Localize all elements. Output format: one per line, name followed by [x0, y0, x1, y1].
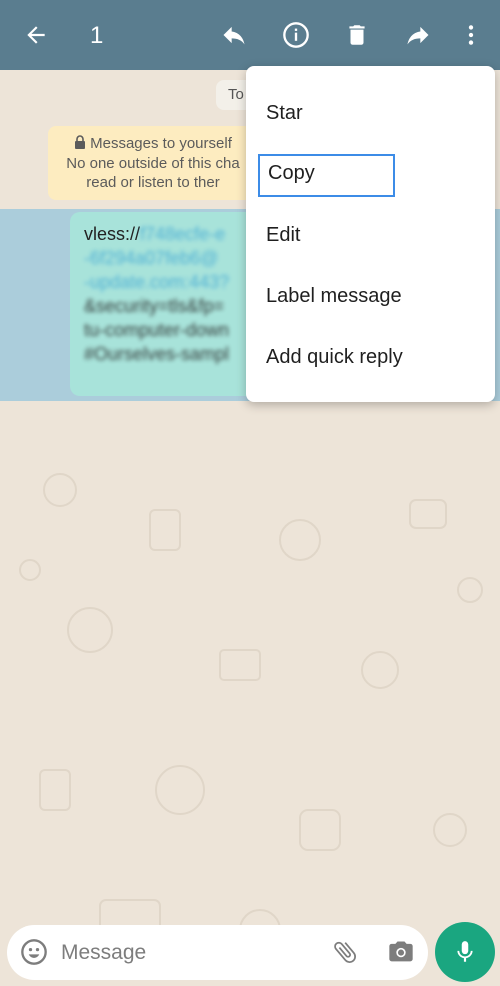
- more-options-button[interactable]: [449, 13, 493, 57]
- message-line: &security=tls&fp=: [84, 296, 225, 316]
- more-vert-icon: [468, 25, 474, 45]
- attach-button[interactable]: [330, 937, 360, 967]
- message-input[interactable]: Message: [61, 941, 146, 965]
- message-line: -update.com:443?: [84, 272, 230, 292]
- message-line: -6f294a07feb6@: [84, 248, 219, 268]
- message-line: tu-computer-down: [84, 320, 230, 340]
- reply-icon: [223, 26, 245, 45]
- paperclip-icon: [334, 941, 356, 963]
- menu-item-label-message[interactable]: Label message: [266, 285, 402, 308]
- selected-count: 1: [90, 22, 104, 49]
- message-link-part: f748ecfe-e: [140, 224, 226, 244]
- lock-icon: [74, 135, 86, 154]
- message-composer: Message: [7, 925, 428, 980]
- delete-button[interactable]: [335, 13, 379, 57]
- message-prefix: vless://: [84, 224, 141, 244]
- message-line: #Ourselves-sampl: [84, 344, 230, 364]
- menu-item-add-quick-reply[interactable]: Add quick reply: [266, 346, 403, 369]
- message-context-menu: Star Copy Edit Label message Add quick r…: [246, 66, 495, 402]
- delete-icon: [349, 25, 365, 45]
- emoji-icon: [21, 939, 47, 965]
- camera-button[interactable]: [386, 937, 416, 967]
- info-button[interactable]: [274, 13, 318, 57]
- notice-line-2: No one outside of this cha: [66, 155, 240, 172]
- camera-icon: [389, 941, 413, 962]
- message-bubble[interactable]: vless://f748ecfe-e -6f294a07feb6@ -updat…: [70, 212, 260, 396]
- back-button[interactable]: [14, 13, 58, 57]
- menu-item-copy[interactable]: Copy: [258, 154, 395, 197]
- voice-message-button[interactable]: [435, 922, 495, 982]
- selection-toolbar: 1: [0, 0, 500, 70]
- microphone-icon: [457, 941, 473, 962]
- forward-button[interactable]: [396, 13, 440, 57]
- reply-button[interactable]: [212, 13, 256, 57]
- emoji-button[interactable]: [19, 937, 49, 967]
- back-arrow-icon: [27, 26, 45, 44]
- notice-line-1: Messages to yourself: [90, 135, 232, 152]
- menu-item-edit[interactable]: Edit: [266, 224, 300, 247]
- forward-icon: [407, 26, 429, 45]
- menu-item-star[interactable]: Star: [266, 102, 303, 125]
- encryption-notice[interactable]: Messages to yourself No one outside of t…: [48, 126, 258, 200]
- info-icon: [283, 22, 309, 48]
- notice-line-3: read or listen to ther: [86, 174, 220, 191]
